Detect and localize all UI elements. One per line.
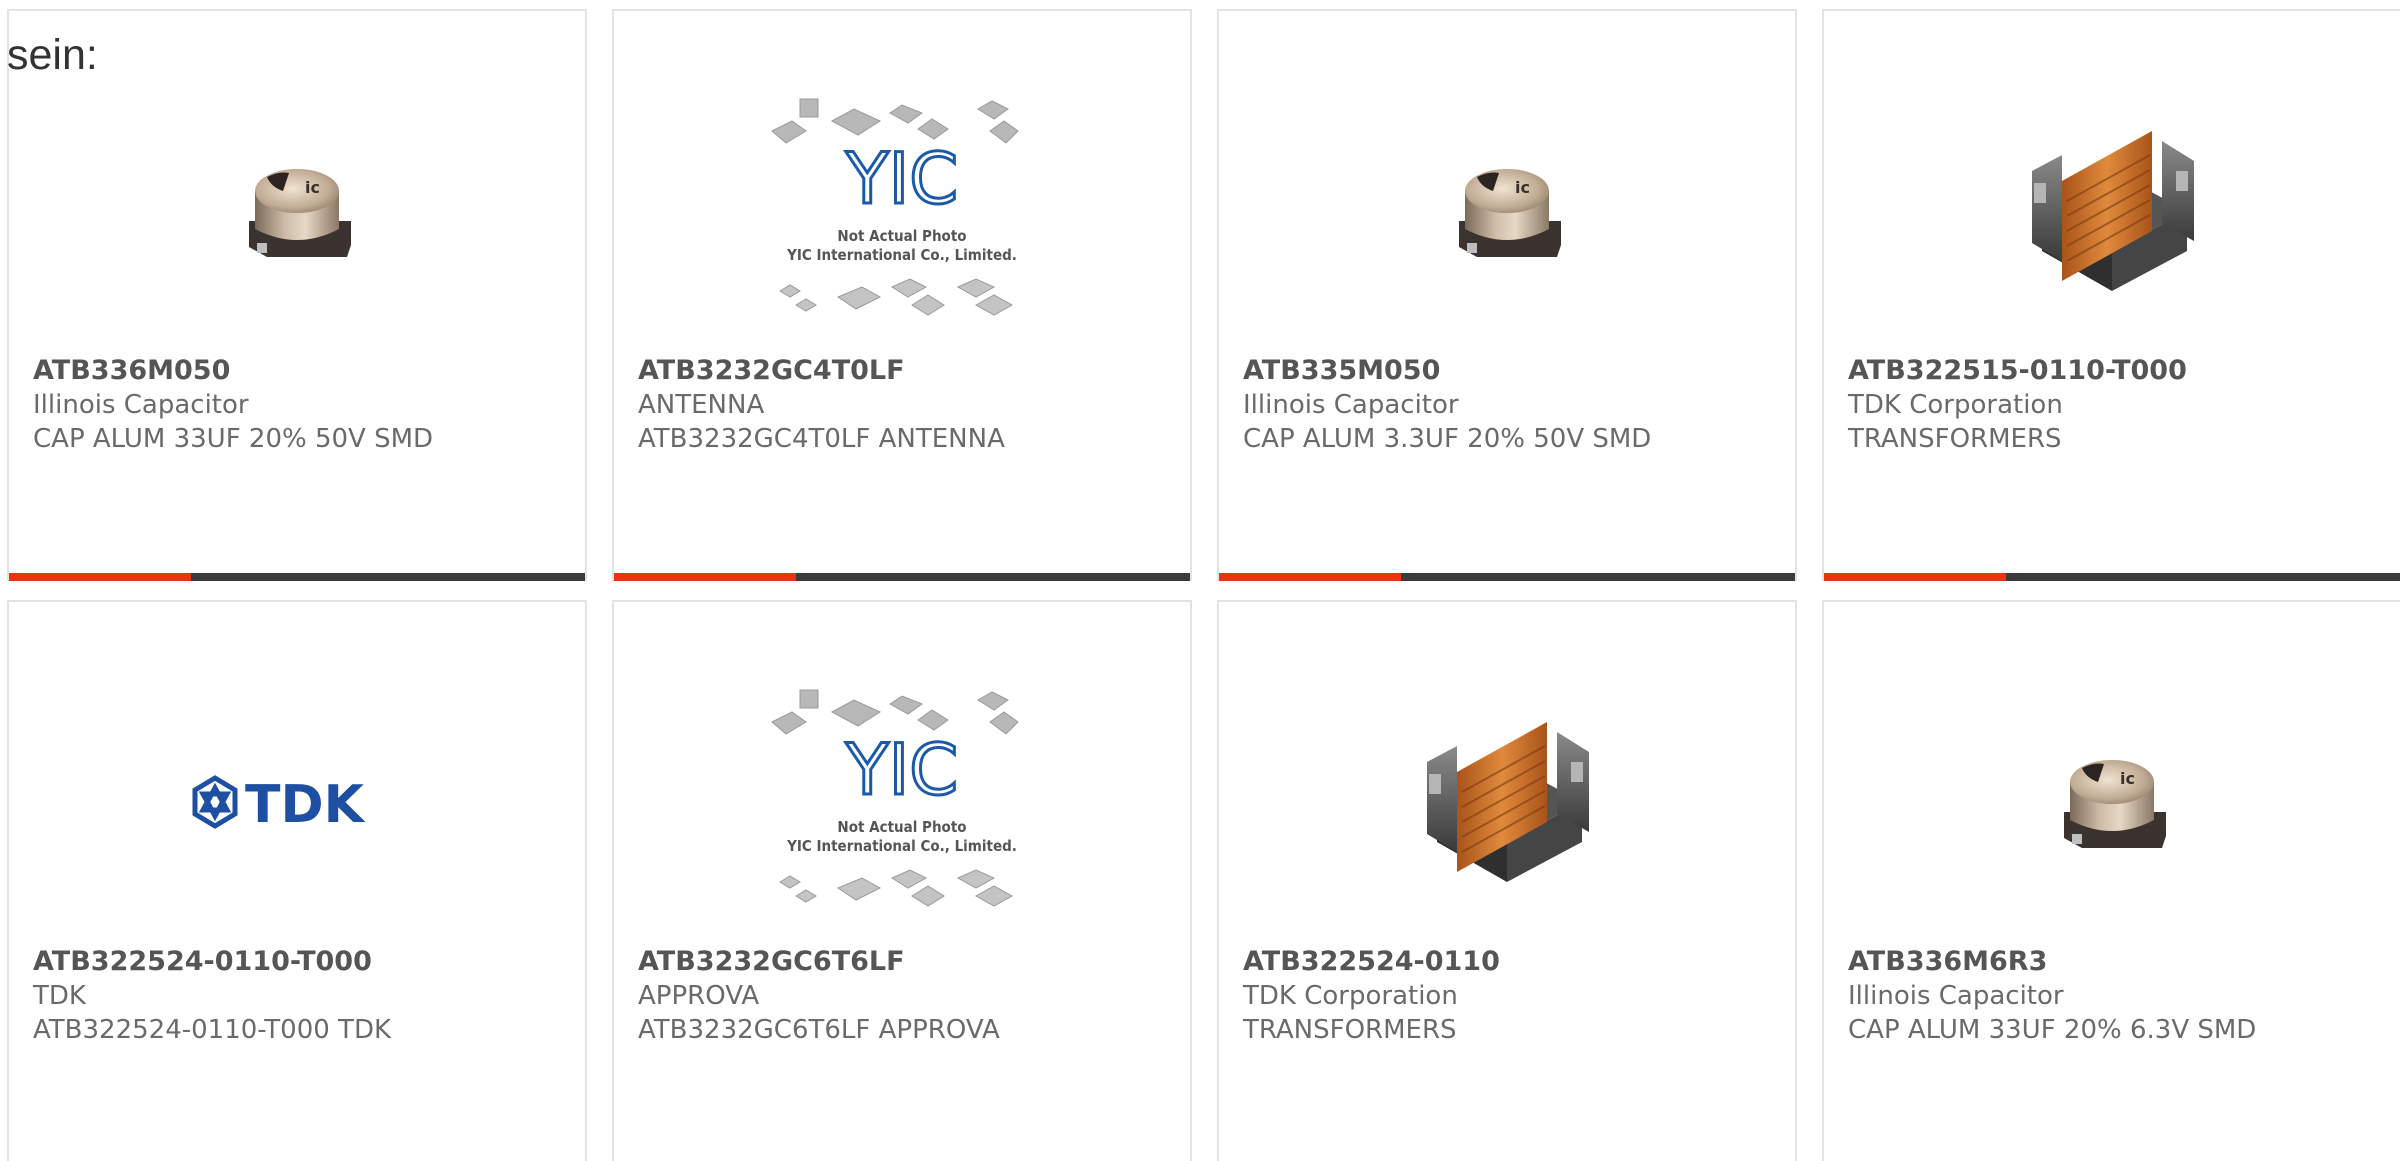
manufacturer: TDK bbox=[33, 981, 86, 1011]
card-accent bbox=[1824, 573, 2006, 581]
product-card[interactable]: ic ATB336M6R3 Illinois Capacitor CAP ALU… bbox=[1822, 600, 2400, 1161]
manufacturer: APPROVA bbox=[638, 981, 760, 1011]
product-card[interactable]: ic ATB335M050 Illinois Capacitor CAP ALU… bbox=[1217, 9, 1797, 581]
svg-text:ic: ic bbox=[2120, 769, 2135, 788]
card-bottom-bar bbox=[1824, 573, 2400, 581]
product-info: ATB322515-0110-T000 TDK Corporation TRAN… bbox=[1848, 354, 2384, 456]
manufacturer: ANTENNA bbox=[638, 390, 765, 420]
product-info: ATB336M6R3 Illinois Capacitor CAP ALUM 3… bbox=[1848, 945, 2384, 1047]
part-number-link[interactable]: ATB335M050 bbox=[1243, 354, 1779, 388]
card-bottom-bar bbox=[1219, 573, 1795, 581]
capacitor-image: ic bbox=[1219, 81, 1795, 341]
svg-text:Not Actual Photo: Not Actual Photo bbox=[837, 227, 966, 245]
product-card[interactable]: ATB322524-0110 TDK Corporation TRANSFORM… bbox=[1217, 600, 1797, 1161]
product-card[interactable]: YIC Not Actual Photo YIC International C… bbox=[612, 9, 1192, 581]
card-accent bbox=[9, 573, 191, 581]
product-grid: ic ATB336M050 Illinois Capacitor CAP ALU… bbox=[7, 9, 2400, 1161]
description: TRANSFORMERS bbox=[1848, 424, 2062, 454]
card-accent bbox=[614, 573, 796, 581]
capacitor-image: ic bbox=[9, 81, 585, 341]
description: ATB322524-0110-T000 TDK bbox=[33, 1015, 392, 1045]
product-info: ATB3232GC6T6LF APPROVA ATB3232GC6T6LF AP… bbox=[638, 945, 1174, 1047]
product-info: ATB336M050 Illinois Capacitor CAP ALUM 3… bbox=[33, 354, 569, 456]
manufacturer: TDK Corporation bbox=[1848, 390, 2063, 420]
description: TRANSFORMERS bbox=[1243, 1015, 1457, 1045]
part-number-link[interactable]: ATB3232GC4T0LF bbox=[638, 354, 1174, 388]
product-info: ATB322524-0110-T000 TDK ATB322524-0110-T… bbox=[33, 945, 569, 1047]
manufacturer: Illinois Capacitor bbox=[1243, 390, 1459, 420]
product-info: ATB3232GC4T0LF ANTENNA ATB3232GC4T0LF AN… bbox=[638, 354, 1174, 456]
product-card[interactable]: ic ATB336M050 Illinois Capacitor CAP ALU… bbox=[7, 9, 587, 581]
card-bottom-bar bbox=[614, 573, 1190, 581]
transformer-image bbox=[1824, 81, 2400, 341]
manufacturer: TDK Corporation bbox=[1243, 981, 1458, 1011]
svg-text:ic: ic bbox=[1515, 178, 1530, 197]
page: sein: ic ATB336M050 Illinois Capacitor C… bbox=[0, 0, 2400, 1161]
svg-text:YIC International Co., Limited: YIC International Co., Limited. bbox=[786, 246, 1017, 264]
card-accent bbox=[1219, 573, 1401, 581]
part-number-link[interactable]: ATB336M050 bbox=[33, 354, 569, 388]
yic-placeholder-image: YIC Not Actual Photo YIC International C… bbox=[614, 81, 1190, 341]
description: CAP ALUM 3.3UF 20% 50V SMD bbox=[1243, 424, 1652, 454]
part-number-link[interactable]: ATB3232GC6T6LF bbox=[638, 945, 1174, 979]
part-number-link[interactable]: ATB322515-0110-T000 bbox=[1848, 354, 2384, 388]
svg-text:Not Actual Photo: Not Actual Photo bbox=[837, 818, 966, 836]
transformer-image bbox=[1219, 672, 1795, 932]
page-heading: sein: bbox=[7, 31, 98, 79]
description: ATB3232GC6T6LF APPROVA bbox=[638, 1015, 1000, 1045]
part-number-link[interactable]: ATB336M6R3 bbox=[1848, 945, 2384, 979]
manufacturer: Illinois Capacitor bbox=[33, 390, 249, 420]
product-info: ATB322524-0110 TDK Corporation TRANSFORM… bbox=[1243, 945, 1779, 1047]
capacitor-image: ic bbox=[1824, 672, 2400, 932]
description: ATB3232GC4T0LF ANTENNA bbox=[638, 424, 1005, 454]
manufacturer: Illinois Capacitor bbox=[1848, 981, 2064, 1011]
card-bottom-bar bbox=[9, 573, 585, 581]
part-number-link[interactable]: ATB322524-0110-T000 bbox=[33, 945, 569, 979]
svg-text:YIC International Co., Limited: YIC International Co., Limited. bbox=[786, 837, 1017, 855]
description: CAP ALUM 33UF 20% 6.3V SMD bbox=[1848, 1015, 2257, 1045]
tdk-logo-image: TDK bbox=[9, 672, 585, 932]
svg-text:YIC: YIC bbox=[845, 729, 958, 811]
svg-text:YIC: YIC bbox=[845, 138, 958, 220]
product-info: ATB335M050 Illinois Capacitor CAP ALUM 3… bbox=[1243, 354, 1779, 456]
yic-placeholder-image: YIC Not Actual Photo YIC International C… bbox=[614, 672, 1190, 932]
description: CAP ALUM 33UF 20% 50V SMD bbox=[33, 424, 434, 454]
svg-text:ic: ic bbox=[305, 178, 320, 197]
product-card[interactable]: TDK ATB322524-0110-T000 TDK ATB322524-01… bbox=[7, 600, 587, 1161]
product-card[interactable]: ATB322515-0110-T000 TDK Corporation TRAN… bbox=[1822, 9, 2400, 581]
svg-text:TDK: TDK bbox=[245, 775, 366, 832]
product-card[interactable]: YIC Not Actual Photo YIC International C… bbox=[612, 600, 1192, 1161]
part-number-link[interactable]: ATB322524-0110 bbox=[1243, 945, 1779, 979]
